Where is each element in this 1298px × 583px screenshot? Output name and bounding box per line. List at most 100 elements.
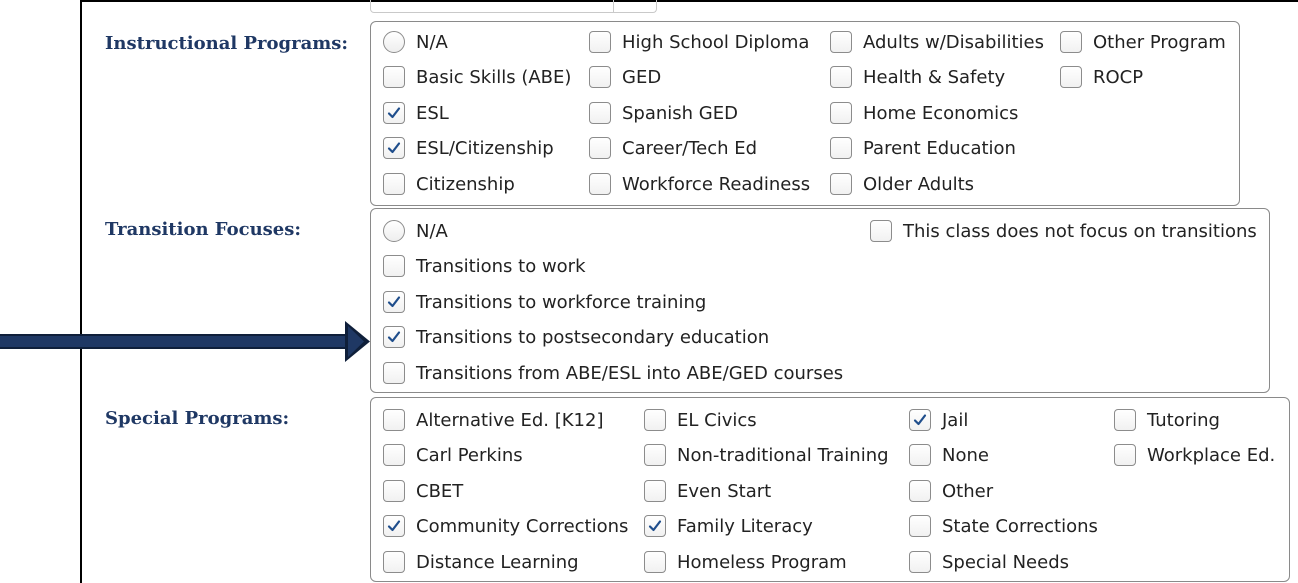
radio-button[interactable] (383, 220, 405, 242)
transition-option-n-a[interactable]: N/A (383, 218, 448, 244)
checkbox[interactable] (383, 515, 405, 537)
checkbox[interactable] (830, 31, 852, 53)
checkbox[interactable] (383, 480, 405, 502)
transition-option-transitions-to-postsecondary-education[interactable]: Transitions to postsecondary education (383, 324, 769, 350)
checkbox[interactable] (1114, 444, 1136, 466)
instructional-option-n-a[interactable]: N/A (383, 29, 448, 55)
checkbox[interactable] (644, 515, 666, 537)
instructional-option-high-school-diploma[interactable]: High School Diploma (589, 29, 809, 55)
checkbox[interactable] (644, 409, 666, 431)
option-label: Transitions to postsecondary education (416, 326, 770, 348)
special-option-homeless-program[interactable]: Homeless Program (644, 549, 847, 575)
instructional-option-older-adults[interactable]: Older Adults (830, 171, 974, 197)
option-label: Distance Learning (416, 551, 579, 573)
transition-option-transitions-to-work[interactable]: Transitions to work (383, 253, 586, 279)
instructional-option-spanish-ged[interactable]: Spanish GED (589, 100, 738, 126)
special-option-even-start[interactable]: Even Start (644, 478, 771, 504)
special-option-jail[interactable]: Jail (909, 407, 968, 433)
special-option-special-needs[interactable]: Special Needs (909, 549, 1069, 575)
option-label: Carl Perkins (416, 444, 523, 466)
checkbox[interactable] (909, 480, 931, 502)
check-icon (387, 520, 401, 532)
checkbox[interactable] (589, 66, 611, 88)
checkbox[interactable] (909, 551, 931, 573)
checkbox[interactable] (644, 551, 666, 573)
instructional-option-rocp[interactable]: ROCP (1060, 64, 1143, 90)
option-label: Citizenship (416, 173, 515, 195)
instructional-option-other-program[interactable]: Other Program (1060, 29, 1226, 55)
option-label: Family Literacy (677, 515, 813, 537)
checkbox[interactable] (383, 409, 405, 431)
checkbox[interactable] (909, 515, 931, 537)
option-label: Special Needs (942, 551, 1069, 573)
option-label: ESL (416, 102, 449, 124)
checkbox[interactable] (830, 137, 852, 159)
checkbox[interactable] (830, 102, 852, 124)
special-option-distance-learning[interactable]: Distance Learning (383, 549, 579, 575)
checkbox[interactable] (830, 66, 852, 88)
special-option-none[interactable]: None (909, 442, 989, 468)
special-option-el-civics[interactable]: EL Civics (644, 407, 757, 433)
special-option-alternative-ed-k12[interactable]: Alternative Ed. [K12] (383, 407, 603, 433)
check-icon (387, 142, 401, 154)
option-label: Homeless Program (677, 551, 847, 573)
checkbox[interactable] (383, 326, 405, 348)
option-label: GED (622, 66, 662, 88)
checkbox[interactable] (644, 444, 666, 466)
instructional-option-adults-w-disabilities[interactable]: Adults w/Disabilities (830, 29, 1044, 55)
check-icon (648, 520, 662, 532)
instructional-option-workforce-readiness[interactable]: Workforce Readiness (589, 171, 810, 197)
instructional-option-esl-citizenship[interactable]: ESL/Citizenship (383, 135, 554, 161)
check-icon (913, 414, 927, 426)
checkbox[interactable] (383, 137, 405, 159)
check-icon (387, 107, 401, 119)
special-option-community-corrections[interactable]: Community Corrections (383, 513, 628, 539)
instructional-option-citizenship[interactable]: Citizenship (383, 171, 515, 197)
option-label: Alternative Ed. [K12] (416, 409, 604, 431)
special-option-carl-perkins[interactable]: Carl Perkins (383, 442, 523, 468)
transition-option-this-class-does-not-focus-on-transitions[interactable]: This class does not focus on transitions (870, 218, 1257, 244)
option-label: ESL/Citizenship (416, 137, 554, 159)
transition-option-transitions-to-workforce-training[interactable]: Transitions to workforce training (383, 289, 706, 315)
checkbox[interactable] (383, 173, 405, 195)
special-option-other[interactable]: Other (909, 478, 993, 504)
checkbox[interactable] (909, 444, 931, 466)
option-label: Health & Safety (863, 66, 1006, 88)
special-option-cbet[interactable]: CBET (383, 478, 463, 504)
checkbox[interactable] (644, 480, 666, 502)
special-option-tutoring[interactable]: Tutoring (1114, 407, 1220, 433)
checkbox[interactable] (383, 102, 405, 124)
radio-button[interactable] (383, 31, 405, 53)
checkbox[interactable] (383, 255, 405, 277)
arrow-right-icon (0, 321, 370, 362)
special-option-workplace-ed[interactable]: Workplace Ed. (1114, 442, 1275, 468)
checkbox[interactable] (383, 551, 405, 573)
instructional-option-parent-education[interactable]: Parent Education (830, 135, 1016, 161)
checkbox[interactable] (589, 173, 611, 195)
checkbox[interactable] (1060, 31, 1082, 53)
special-option-family-literacy[interactable]: Family Literacy (644, 513, 813, 539)
checkbox[interactable] (589, 102, 611, 124)
instructional-option-ged[interactable]: GED (589, 64, 661, 90)
checkbox[interactable] (830, 173, 852, 195)
instructional-option-career-tech-ed[interactable]: Career/Tech Ed (589, 135, 757, 161)
checkbox[interactable] (383, 444, 405, 466)
checkbox[interactable] (909, 409, 931, 431)
checkbox[interactable] (589, 31, 611, 53)
checkbox[interactable] (383, 291, 405, 313)
instructional-option-esl[interactable]: ESL (383, 100, 449, 126)
checkbox[interactable] (870, 220, 892, 242)
instructional-option-basic-skills-abe[interactable]: Basic Skills (ABE) (383, 64, 571, 90)
special-option-non-traditional-training[interactable]: Non-traditional Training (644, 442, 889, 468)
checkbox[interactable] (383, 362, 405, 384)
checkbox[interactable] (1060, 66, 1082, 88)
option-label: Other (942, 480, 994, 502)
checkbox[interactable] (1114, 409, 1136, 431)
checkbox[interactable] (589, 137, 611, 159)
transition-option-transitions-from-abe-esl-into-abe-ged-courses[interactable]: Transitions from ABE/ESL into ABE/GED co… (383, 360, 843, 386)
window-top-border (80, 0, 1298, 2)
checkbox[interactable] (383, 66, 405, 88)
instructional-option-home-economics[interactable]: Home Economics (830, 100, 1018, 126)
instructional-option-health-safety[interactable]: Health & Safety (830, 64, 1005, 90)
special-option-state-corrections[interactable]: State Corrections (909, 513, 1098, 539)
